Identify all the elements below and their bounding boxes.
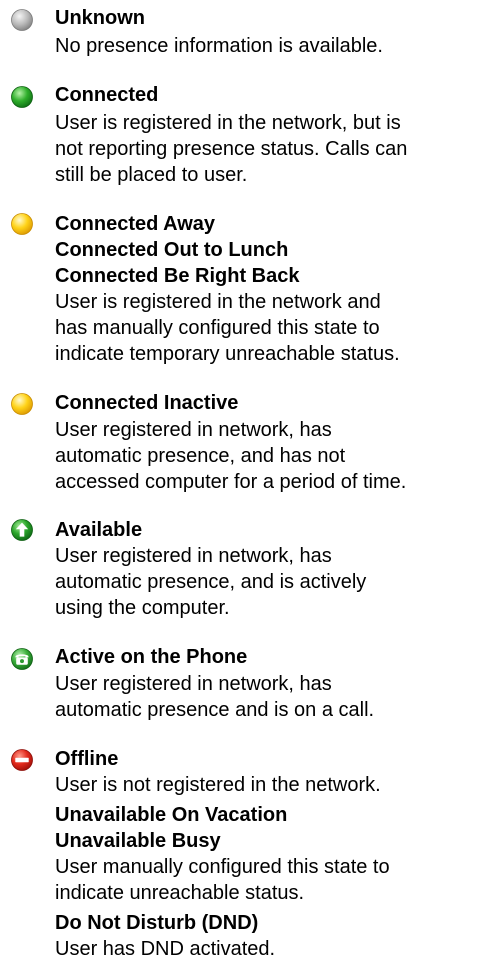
presence-title: Unavailable On Vacation (55, 804, 288, 826)
green-up-arrow-icon (10, 518, 34, 542)
presence-description: User is registered in the network and (55, 291, 381, 313)
presence-description: using the computer. (55, 597, 230, 619)
yellow-circle-icon (10, 212, 34, 236)
presence-description: User registered in network, has (55, 419, 332, 441)
presence-title: Connected Inactive (55, 392, 239, 414)
presence-description: User registered in network, has (55, 545, 332, 567)
presence-description: indicate temporary unreachable status. (55, 343, 400, 365)
presence-description: User is registered in the network, but i… (55, 112, 401, 134)
presence-title: Offline (55, 748, 119, 770)
presence-description: still be placed to user. (55, 164, 248, 186)
presence-description: User manually configured this state to (55, 856, 390, 878)
phone-icon (10, 647, 34, 671)
gray-circle-icon (10, 8, 34, 32)
presence-description: automatic presence, and is actively (55, 571, 367, 593)
yellow-circle-icon (10, 392, 34, 416)
presence-title: Unknown (55, 7, 145, 29)
presence-title: Connected Be Right Back (55, 265, 300, 287)
presence-description: not reporting presence status. Calls can (55, 138, 408, 160)
presence-description: automatic presence, and has not (55, 445, 346, 467)
green-circle-icon (10, 85, 34, 109)
presence-description: User is not registered in the network. (55, 774, 381, 796)
red-no-entry-icon (10, 748, 34, 772)
presence-title: Connected Away (55, 213, 216, 235)
presence-description: has manually configured this state to (55, 317, 380, 339)
presence-description: accessed computer for a period of time. (55, 471, 407, 493)
presence-title: Connected Out to Lunch (55, 239, 289, 261)
presence-description: indicate unreachable status. (55, 882, 305, 904)
presence-title: Active on the Phone (55, 646, 248, 668)
presence-title: Do Not Disturb (DND) (55, 912, 259, 934)
presence-title: Available (55, 519, 143, 541)
presence-description: User registered in network, has (55, 673, 332, 695)
presence-title: Connected (55, 84, 159, 106)
presence-description: automatic presence and is on a call. (55, 699, 375, 721)
presence-title: Unavailable Busy (55, 830, 221, 852)
presence-description: User has DND activated. (55, 938, 276, 960)
presence-description: No presence information is available. (55, 35, 383, 57)
